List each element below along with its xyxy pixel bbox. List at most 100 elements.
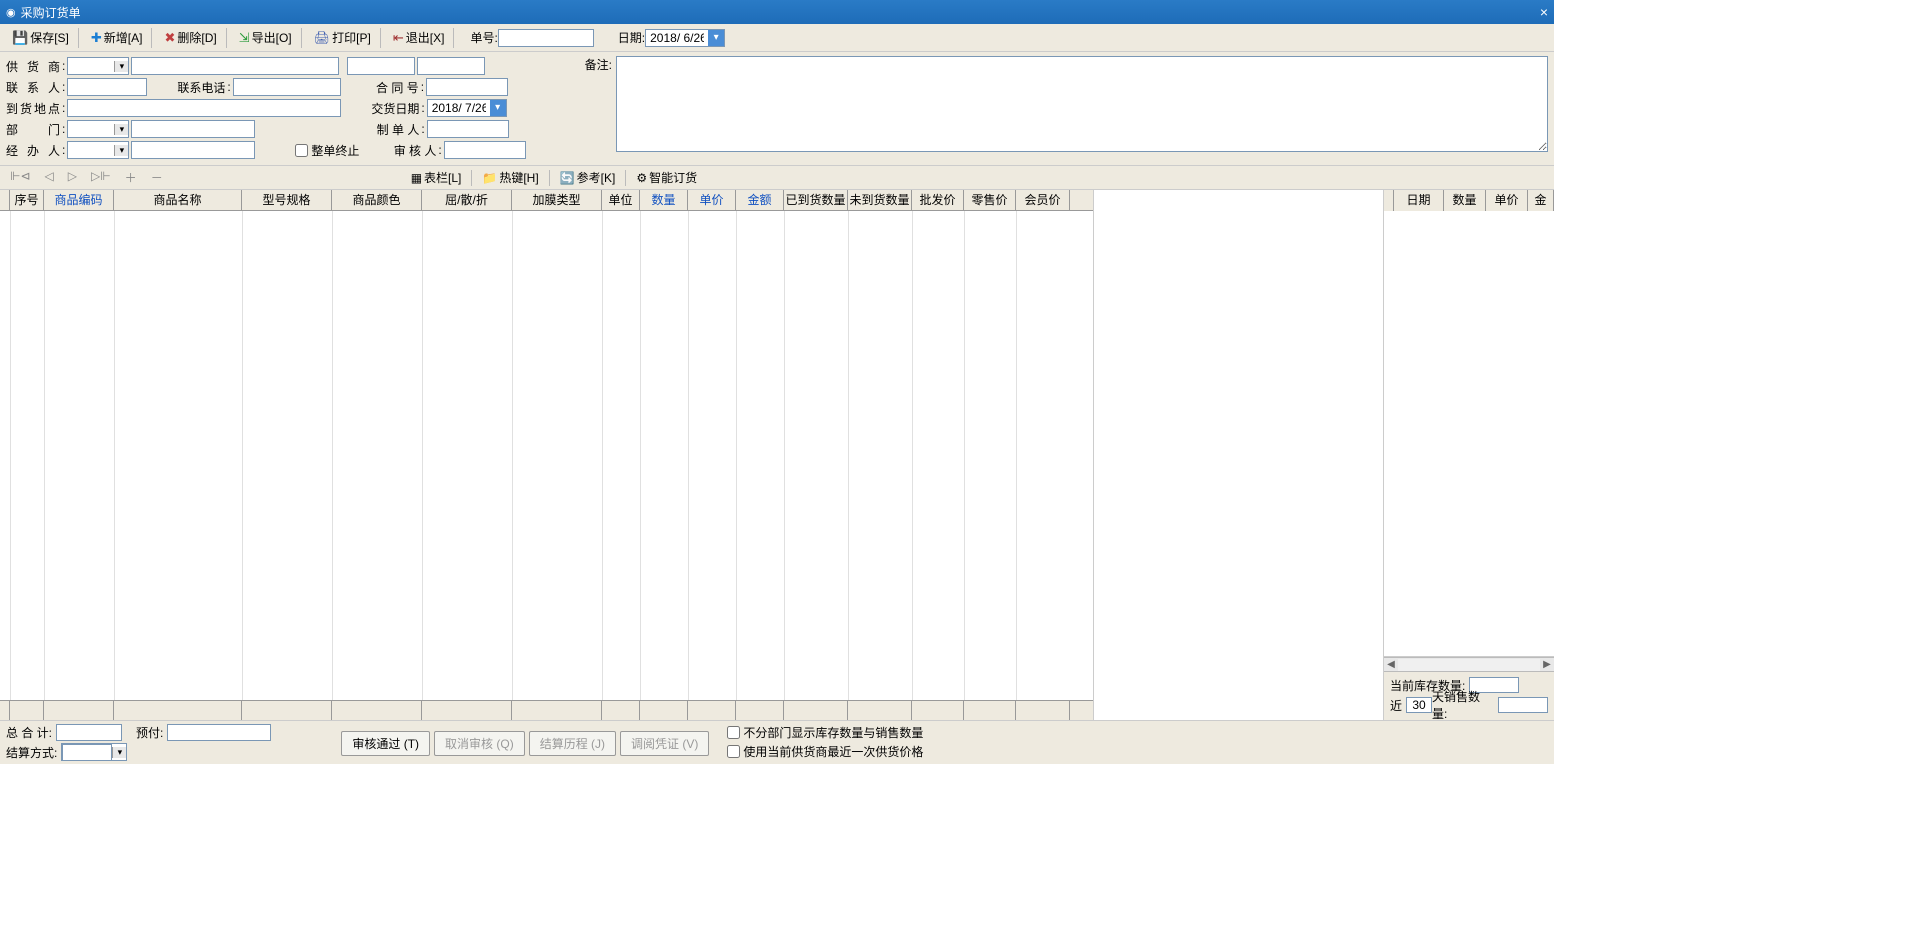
col-seq[interactable]: 序号 [10,190,44,210]
auditor-input[interactable] [444,141,526,159]
voucher-button: 调阅凭证 (V) [620,731,709,756]
dept-combo[interactable]: ▾ [67,120,129,138]
contract-input[interactable] [426,78,508,96]
addr-input[interactable] [67,99,341,117]
phone-input[interactable] [233,78,341,96]
sales-input[interactable] [1498,697,1548,713]
grid-body[interactable] [0,211,1093,700]
exit-button[interactable]: ⇤退出[X] [387,27,451,48]
check-last-price[interactable]: 使用当前供货商最近一次供货价格 [727,743,923,760]
terminate-checkbox[interactable]: 整单终止 [295,142,359,159]
order-no-input[interactable] [498,29,594,47]
col-arrived[interactable]: 已到货数量 [784,190,848,210]
main-grid[interactable]: 序号 商品编码 商品名称 型号规格 商品颜色 屈/散/折 加膜类型 单位 数量 … [0,190,1094,720]
close-icon[interactable]: × [1540,4,1548,20]
save-button[interactable]: 💾保存[S] [6,27,75,48]
columns-button[interactable]: ▦表栏[L] [407,168,466,187]
chevron-down-icon[interactable]: ▾ [490,100,506,116]
remarks-textarea[interactable] [616,56,1548,152]
title-bar: ◉ 采购订货单 × [0,0,1554,24]
supplier-extra1[interactable] [347,57,415,75]
side-scrollbar[interactable]: ◀ ▶ [1384,657,1554,671]
supplier-extra2[interactable] [417,57,485,75]
supplier-label: 供 货 商 [6,58,60,75]
side-col-amt[interactable]: 金 [1528,190,1554,211]
grid-icon: ▦ [411,171,422,185]
contact-input[interactable] [67,78,147,96]
col-color[interactable]: 商品颜色 [332,190,422,210]
approve-button[interactable]: 审核通过 (T) [341,731,430,756]
delete-button[interactable]: ✖删除[D] [158,27,222,48]
dept-label: 部 门 [6,121,60,138]
save-icon: 💾 [12,30,28,46]
smart-order-button[interactable]: ⚙智能订货 [632,168,701,187]
plus-icon[interactable]: ＋ [121,169,141,186]
form-area: 供 货 商: ▾ 联 系 人: 联系电话: 合 同 号: 到货地点: 交货日期:… [0,52,1554,166]
dept-name-input[interactable] [131,120,255,138]
print-button[interactable]: 🖨打印[P] [308,27,377,48]
side-grid-body[interactable] [1384,211,1554,657]
print-icon: 🖨 [314,30,331,46]
hotkey-button[interactable]: 📁热键[H] [478,168,542,187]
minus-icon[interactable]: － [147,169,167,186]
chevron-down-icon[interactable]: ▾ [708,30,724,46]
handler-combo[interactable]: ▾ [67,141,129,159]
exit-icon: ⇤ [393,30,404,46]
first-icon[interactable]: ⊩⊲ [6,169,35,186]
prepay-input[interactable] [167,724,271,741]
next-icon[interactable]: ▷ [64,169,81,186]
side-panel-1 [1094,190,1384,720]
mid-toolbar: ⊩⊲ ◁ ▷ ▷⊩ ＋ － ▦表栏[L] 📁热键[H] 🔄参考[K] ⚙智能订货 [0,166,1554,190]
delivery-date-picker[interactable]: ▾ [427,99,507,117]
side-col-date[interactable]: 日期 [1394,190,1444,211]
reference-button[interactable]: 🔄参考[K] [556,168,620,187]
remarks-label: 备注: [566,56,612,73]
toolbar: 💾保存[S] ✚新增[A] ✖删除[D] ⇲导出[O] 🖨打印[P] ⇤退出[X… [0,24,1554,52]
col-qty[interactable]: 数量 [640,190,688,210]
contact-label: 联 系 人 [6,79,60,96]
cancel-audit-button: 取消审核 (Q) [434,731,525,756]
col-member[interactable]: 会员价 [1016,190,1070,210]
last-icon[interactable]: ▷⊩ [87,169,115,186]
col-name[interactable]: 商品名称 [114,190,242,210]
col-sph[interactable]: 屈/散/折 [422,190,512,210]
col-coating[interactable]: 加膜类型 [512,190,602,210]
supplier-name-input[interactable] [131,57,339,75]
delivery-label: 交货日期 [359,100,419,117]
handler-name-input[interactable] [131,141,255,159]
side-col-price[interactable]: 单价 [1486,190,1528,211]
total-input[interactable] [56,724,122,741]
add-button[interactable]: ✚新增[A] [85,27,149,48]
col-retail[interactable]: 零售价 [964,190,1016,210]
col-price[interactable]: 单价 [688,190,736,210]
export-button[interactable]: ⇲导出[O] [233,27,298,48]
col-unit[interactable]: 单位 [602,190,640,210]
col-pending[interactable]: 未到货数量 [848,190,912,210]
maker-label: 制 单 人 [359,121,419,138]
scroll-left-icon[interactable]: ◀ [1384,659,1398,670]
prev-icon[interactable]: ◁ [41,169,58,186]
col-code[interactable]: 商品编码 [44,190,114,210]
settle-combo[interactable]: ▾ [61,743,127,761]
delivery-date-input[interactable] [428,100,490,116]
col-model[interactable]: 型号规格 [242,190,332,210]
scroll-right-icon[interactable]: ▶ [1540,659,1554,670]
col-wholesale[interactable]: 批发价 [912,190,964,210]
total-label: 总 合 计: [6,724,52,741]
date-input[interactable] [646,30,708,46]
addr-label: 到货地点 [6,100,60,117]
check-all-depts[interactable]: 不分部门显示库存数量与销售数量 [727,724,923,741]
ref-icon: 🔄 [560,171,575,185]
record-nav: ⊩⊲ ◁ ▷ ▷⊩ ＋ － [6,169,167,186]
supplier-combo[interactable]: ▾ [67,57,129,75]
settle-label: 结算方式: [6,744,57,761]
auditor-label: 审 核 人 [376,142,436,159]
history-button: 结算历程 (J) [529,731,616,756]
days-input[interactable] [1406,697,1432,713]
side-col-qty[interactable]: 数量 [1444,190,1486,211]
date-picker[interactable]: ▾ [645,29,725,47]
date-label: 日期: [618,29,645,46]
col-amount[interactable]: 金额 [736,190,784,210]
maker-input[interactable] [427,120,509,138]
add-icon: ✚ [91,30,102,46]
